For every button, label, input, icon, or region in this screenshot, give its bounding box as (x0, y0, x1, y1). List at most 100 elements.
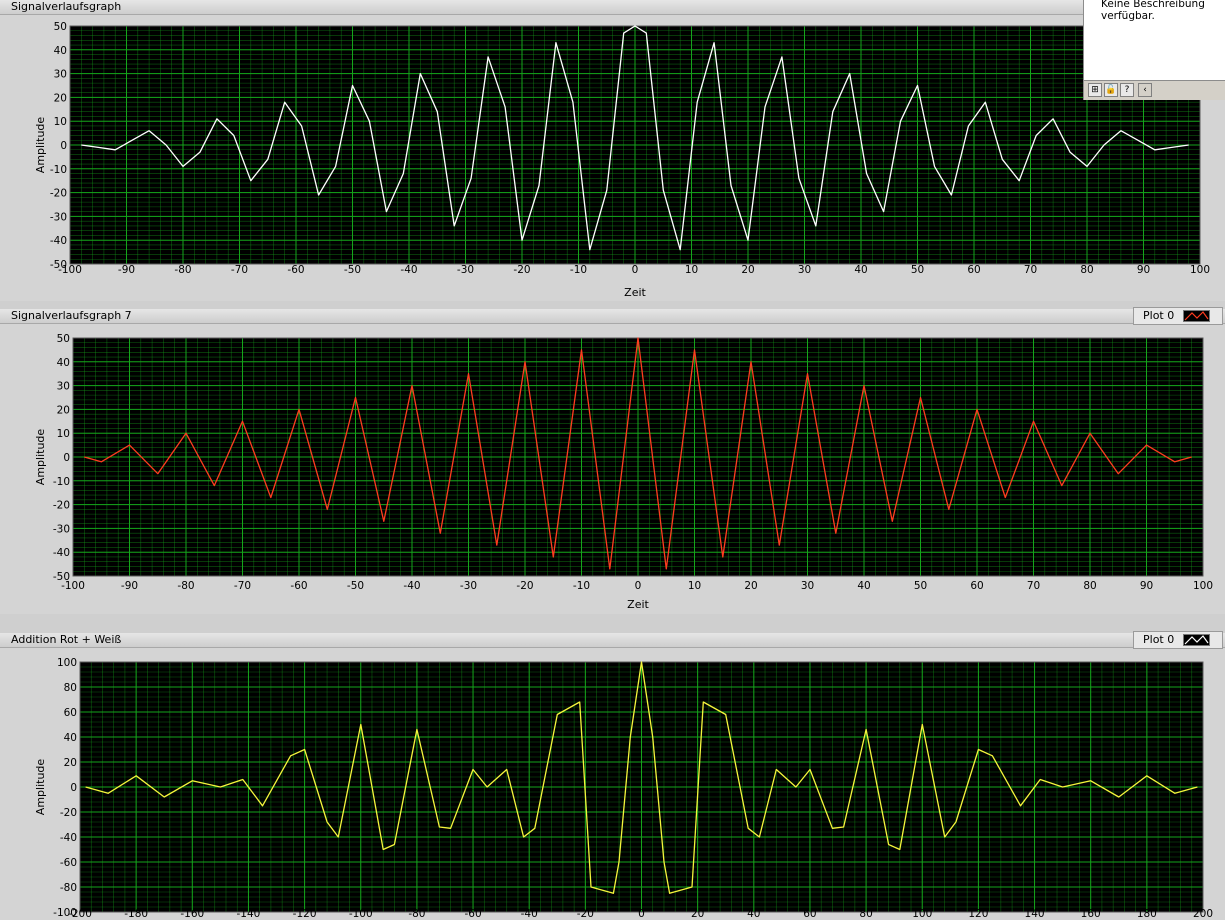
major-grid (69, 25, 1201, 265)
y-tick-label: 100 (57, 657, 77, 669)
x-tick-label: 0 (632, 264, 639, 276)
y-tick-label: 10 (54, 116, 67, 128)
lock-icon[interactable]: 🔓 (1104, 83, 1118, 97)
x-tick-label: -20 (513, 264, 530, 276)
x-tick-label: -40 (403, 580, 420, 592)
x-tick-label: -70 (234, 580, 251, 592)
x-tick-label: -70 (231, 264, 248, 276)
x-tick-label: 200 (1193, 908, 1213, 920)
x-tick-label: -60 (464, 908, 481, 920)
graph-panel-3: Addition Rot + Weiß Plot 0 -200 -180 -160-… (0, 631, 1225, 920)
y-tick-label: 40 (64, 732, 77, 744)
x-tick-label: 60 (803, 908, 816, 920)
question-icon[interactable]: ? (1120, 83, 1134, 97)
x-tick-label: -10 (573, 580, 590, 592)
x-tick-label: 10 (685, 264, 698, 276)
waveform-graph-sum[interactable]: -20 0 -180 -160 -140 -120 -100 -80 -60 -40 -20 0 20 4… (0, 633, 1225, 920)
y-tick-label: -50 (50, 259, 67, 271)
y-axis-label: Amplitude (34, 117, 47, 174)
y-tick-label: 0 (70, 782, 77, 794)
x-tick-label: -50 (347, 580, 364, 592)
x-tick-label: 90 (1140, 580, 1153, 592)
y-tick-label: 0 (63, 452, 70, 464)
y-tick-label: 80 (64, 682, 77, 694)
y-tick-label: 40 (54, 45, 67, 57)
y-tick-label: 50 (54, 21, 67, 33)
x-tick-label: -60 (290, 580, 307, 592)
help-text: Keine Beschreibung verfügbar. (1101, 0, 1205, 22)
x-tick-label: 80 (1083, 580, 1096, 592)
x-tick-label: -40 (521, 908, 538, 920)
y-tick-label: 20 (54, 92, 67, 104)
x-tick-label: -20 (516, 580, 533, 592)
x-tick-label: 100 (1193, 580, 1213, 592)
x-tick-label: -180 (124, 908, 148, 920)
y-tick-label: -10 (53, 476, 70, 488)
y-tick-label: 30 (54, 69, 67, 81)
y-tick-label: 0 (60, 140, 67, 152)
y-tick-label: -20 (60, 807, 77, 819)
x-tick-label: 70 (1024, 264, 1037, 276)
y-tick-label: 50 (57, 333, 70, 345)
x-tick-label: 0 (635, 580, 642, 592)
y-tick-label: -40 (60, 832, 77, 844)
x-tick-label: 180 (1137, 908, 1157, 920)
x-tick-label: 160 (1081, 908, 1101, 920)
x-tick-label: 50 (914, 580, 927, 592)
x-tick-label: -60 (287, 264, 304, 276)
x-tick-label: -100 (349, 908, 373, 920)
x-tick-label: -120 (293, 908, 317, 920)
x-tick-label: -80 (174, 264, 191, 276)
x-tick-label: 80 (1080, 264, 1093, 276)
x-tick-label: 90 (1137, 264, 1150, 276)
x-tick-label: 140 (1025, 908, 1045, 920)
x-tick-label: 20 (744, 580, 757, 592)
y-tick-label: -80 (60, 882, 77, 894)
x-tick-label: -50 (344, 264, 361, 276)
major-grid (72, 337, 1204, 577)
y-tick-label: -30 (50, 211, 67, 223)
y-tick-label: 20 (57, 404, 70, 416)
x-tick-label: 40 (857, 580, 870, 592)
x-tick-label: -80 (177, 580, 194, 592)
x-tick-label: 40 (854, 264, 867, 276)
graph-panel-2: Signalverlaufsgraph 7 Plot 0 -100 -90 -80-… (0, 307, 1225, 614)
y-tick-label: -30 (53, 523, 70, 535)
x-tick-label: 20 (741, 264, 754, 276)
y-axis-label: Amplitude (34, 429, 47, 486)
x-tick-label: -10 (570, 264, 587, 276)
waveform-graph-white[interactable]: -10 0 -90 -80 -70 -60 -50 -40 -30 -20 -10 0 10 20 30 40… (0, 0, 1225, 301)
x-axis-label: Zeit (627, 598, 649, 611)
y-tick-label: 30 (57, 381, 70, 393)
context-help-window: Keine Beschreibung verfügbar. ⊞ 🔓 ? ‹ (1083, 0, 1225, 100)
x-tick-label: 120 (968, 908, 988, 920)
x-tick-label: 60 (967, 264, 980, 276)
y-tick-label: 60 (64, 707, 77, 719)
x-tick-label: 0 (638, 908, 645, 920)
y-tick-label: -40 (50, 235, 67, 247)
x-tick-label: 100 (912, 908, 932, 920)
x-tick-label: -140 (237, 908, 261, 920)
x-tick-label: 70 (1027, 580, 1040, 592)
y-tick-label: -10 (50, 164, 67, 176)
y-tick-label: -100 (53, 907, 77, 919)
x-axis-label: Zeit (624, 286, 646, 299)
chevron-left-icon[interactable]: ‹ (1138, 83, 1152, 97)
x-tick-label: 30 (798, 264, 811, 276)
x-tick-label: 80 (859, 908, 872, 920)
x-tick-label: -80 (408, 908, 425, 920)
graph-panel-1: Signalverlaufsgraph -100 -90 -80 -70 -60 -50-… (0, 0, 1225, 301)
y-axis-label: Amplitude (34, 759, 47, 816)
x-tick-label: -40 (400, 264, 417, 276)
x-tick-label: -30 (457, 264, 474, 276)
y-tick-label: -60 (60, 857, 77, 869)
help-toolbar: ⊞ 🔓 ? ‹ (1084, 80, 1225, 100)
y-tick-label: 20 (64, 757, 77, 769)
y-tick-label: -20 (50, 188, 67, 200)
y-tick-label: -20 (53, 500, 70, 512)
y-tick-label: -50 (53, 571, 70, 583)
y-tick-label: 40 (57, 357, 70, 369)
context-help-icon[interactable]: ⊞ (1088, 83, 1102, 97)
x-tick-label: 40 (747, 908, 760, 920)
waveform-graph-red[interactable]: -10 0 -90 -80 -70 -60 -50 -40 -30 -20 -10 0 10 20 30 40… (0, 309, 1225, 614)
